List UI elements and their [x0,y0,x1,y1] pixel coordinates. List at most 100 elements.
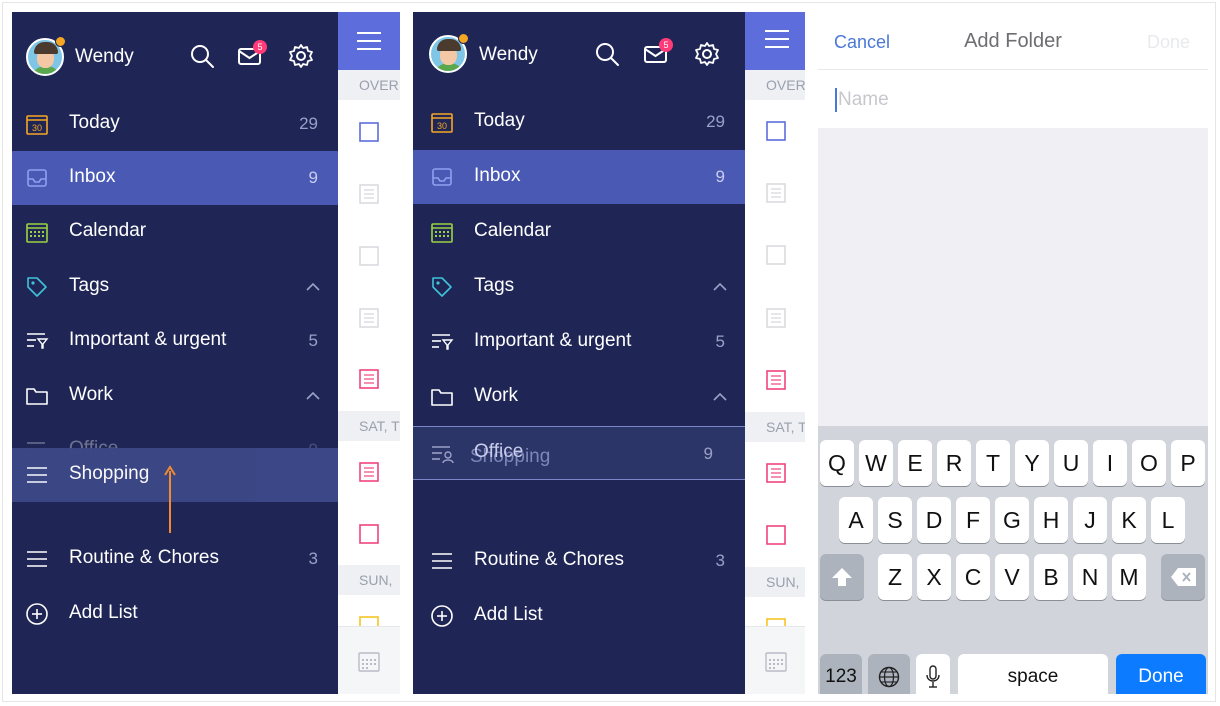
name-field-row [818,70,1208,128]
key-w[interactable]: W [859,440,893,486]
gear-icon[interactable] [288,43,314,69]
sidebar-item-label: Important & urgent [474,330,632,351]
chevron-up-icon[interactable] [304,387,322,405]
search-icon[interactable] [189,43,215,69]
user-name[interactable]: Wendy [75,46,134,68]
key-e[interactable]: E [898,440,932,486]
sidebar-item-inbox[interactable]: Inbox 9 [12,151,338,205]
key-f[interactable]: F [956,497,990,543]
key-y[interactable]: Y [1015,440,1049,486]
checklist-icon[interactable] [359,308,379,328]
checklist-icon[interactable] [766,463,786,483]
sidebar-item-label: Calendar [69,220,147,241]
gear-icon[interactable] [694,41,720,67]
search-icon[interactable] [594,41,620,67]
sidebar-item-routine-chores[interactable]: Routine & Chores 3 [12,532,338,586]
checklist-icon[interactable] [766,308,786,328]
shift-key[interactable] [820,554,864,600]
menu-icon[interactable] [356,30,382,52]
key-h[interactable]: H [1034,497,1068,543]
task-list-header [338,12,400,70]
sidebar-item-tags[interactable]: Tags [12,260,338,314]
key-m[interactable]: M [1112,554,1146,600]
key-r[interactable]: R [937,440,971,486]
checklist-icon[interactable] [766,370,786,390]
key-k[interactable]: K [1112,497,1146,543]
screen-add-folder: Cancel Add Folder Done Q W E R T Y U I O… [818,12,1208,694]
numbers-key[interactable]: 123 [820,654,862,694]
chevron-up-icon[interactable] [304,278,322,296]
list-icon [27,467,47,483]
key-s[interactable]: S [878,497,912,543]
sidebar-item-calendar[interactable]: Calendar [12,205,338,259]
drop-target-office[interactable]: Shopping Office 9 [413,426,745,480]
sidebar-header: Wendy 5 [12,12,338,100]
key-p[interactable]: P [1171,440,1205,486]
key-a[interactable]: A [839,497,873,543]
sidebar-item-label: Inbox [474,165,521,186]
checkbox-icon[interactable] [359,616,379,626]
avatar-status-badge [55,36,66,47]
sidebar-item-label: Calendar [474,220,552,241]
globe-icon [878,666,900,688]
sidebar-item-routine-chores[interactable]: Routine & Chores 3 [413,534,745,588]
key-i[interactable]: I [1093,440,1127,486]
sidebar-item-work[interactable]: Work [413,370,745,424]
sidebar-item-work[interactable]: Work [12,369,338,423]
dictation-key[interactable] [916,654,950,694]
key-v[interactable]: V [995,554,1029,600]
checkbox-icon[interactable] [766,525,786,545]
key-t[interactable]: T [976,440,1010,486]
shift-arrow-icon [832,568,852,586]
sidebar-item-calendar[interactable]: Calendar [413,205,745,259]
globe-key[interactable] [868,654,910,694]
menu-icon[interactable] [764,28,790,50]
sidebar-item-important-urgent[interactable]: Important & urgent 5 [12,314,338,368]
list-icon [432,553,452,569]
key-g[interactable]: G [995,497,1029,543]
checklist-icon[interactable] [359,184,379,204]
sidebar-item-today[interactable]: 30 Today 29 [12,97,338,151]
checklist-icon[interactable] [359,369,379,389]
key-q[interactable]: Q [820,440,854,486]
backspace-key[interactable] [1161,554,1205,600]
backspace-icon [1171,568,1196,586]
checkbox-icon[interactable] [359,122,379,142]
checkbox-icon[interactable] [766,245,786,265]
done-button-disabled[interactable]: Done [1147,32,1190,53]
sidebar-item-tags[interactable]: Tags [413,260,745,314]
add-list-button[interactable]: Add List [12,587,338,641]
user-name[interactable]: Wendy [479,44,538,66]
sidebar-item-label: Add List [474,604,543,625]
sidebar-item-today[interactable]: 30 Today 29 [413,95,745,149]
chevron-up-icon[interactable] [711,388,729,406]
key-o[interactable]: O [1132,440,1166,486]
calendar-day-icon: 30 [431,113,453,133]
key-n[interactable]: N [1073,554,1107,600]
tag-icon [432,277,452,297]
space-key[interactable]: space [958,654,1108,694]
checkbox-icon[interactable] [359,524,379,544]
checklist-icon[interactable] [359,462,379,482]
checkbox-icon[interactable] [359,246,379,266]
key-z[interactable]: Z [878,554,912,600]
checkbox-icon[interactable] [766,121,786,141]
sidebar-item-label: Add List [69,602,138,623]
folder-name-input[interactable] [838,85,1178,115]
calendar-icon[interactable] [357,649,381,673]
add-list-button[interactable]: Add List [413,589,745,643]
key-d[interactable]: D [917,497,951,543]
key-x[interactable]: X [917,554,951,600]
chevron-up-icon[interactable] [711,278,729,296]
key-u[interactable]: U [1054,440,1088,486]
checklist-icon[interactable] [766,183,786,203]
calendar-icon[interactable] [764,649,788,673]
sidebar-item-inbox[interactable]: Inbox 9 [413,150,745,204]
keyboard-done-key[interactable]: Done [1116,654,1206,694]
calendar-day-icon: 30 [26,115,48,135]
sidebar-item-important-urgent[interactable]: Important & urgent 5 [413,315,745,369]
key-b[interactable]: B [1034,554,1068,600]
key-j[interactable]: J [1073,497,1107,543]
key-c[interactable]: C [956,554,990,600]
key-l[interactable]: L [1151,497,1185,543]
